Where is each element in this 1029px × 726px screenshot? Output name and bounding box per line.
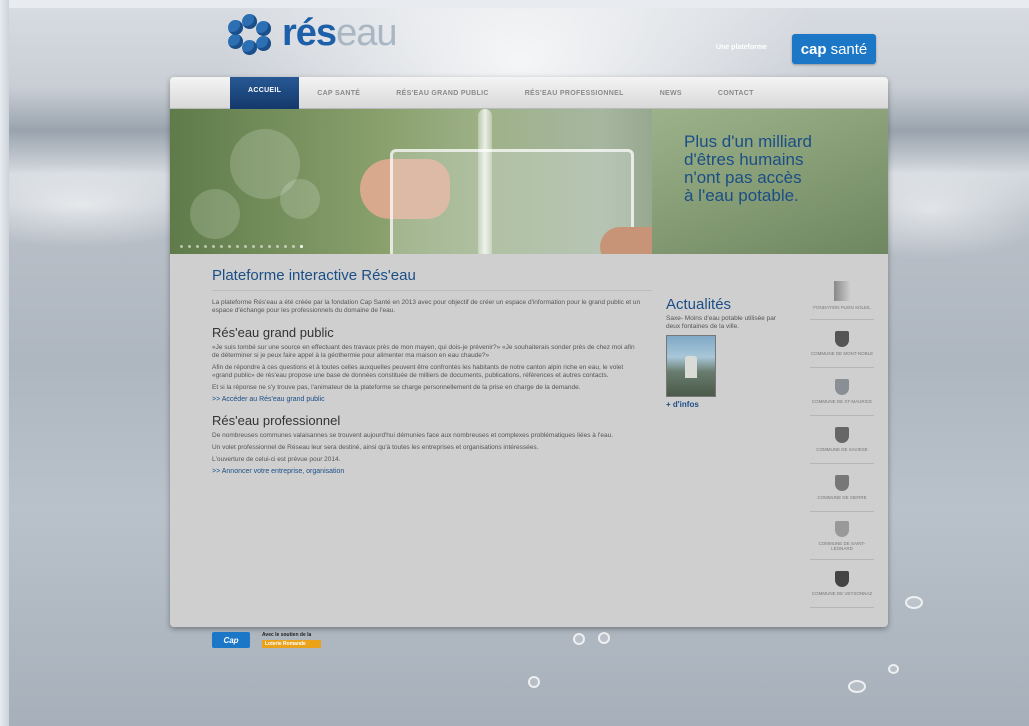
slider-dot[interactable] <box>284 245 287 248</box>
slider-dots <box>180 245 303 248</box>
slider-dot[interactable] <box>236 245 239 248</box>
slider-dot[interactable] <box>252 245 255 248</box>
link-annoncer-entreprise[interactable]: >> Annoncer votre entreprise, organisati… <box>212 468 642 475</box>
loterie-romande-badge: Loterie Romande <box>262 640 321 648</box>
water-stream-image <box>478 109 492 254</box>
paragraph: L'ouverture de celui-ci est prévue pour … <box>212 456 341 463</box>
news-heading: Actualités <box>666 296 732 313</box>
crest-icon <box>835 427 849 443</box>
hero-text-panel: Plus d'un milliard d'êtres humains n'ont… <box>652 109 888 254</box>
logo-text: réseau <box>282 12 397 54</box>
paragraph: Et si la réponse ne s'y trouve pas, l'an… <box>212 384 581 391</box>
paragraph: Afin de répondre à ces questions et à to… <box>212 364 624 379</box>
commune-logo[interactable]: COMMUNE DE SAINT-LÉONARD <box>810 512 874 560</box>
crest-icon <box>835 331 849 347</box>
paragraph: De nombreuses communes valaisannes se tr… <box>212 432 614 439</box>
commune-logo[interactable]: COMMUNE DE MONT-NOBLE <box>810 320 874 368</box>
window-left-border <box>0 0 9 726</box>
site-logo[interactable]: réseau <box>228 12 397 55</box>
news-thumbnail[interactable] <box>666 335 716 397</box>
section-heading-public: Rés'eau grand public <box>212 325 334 340</box>
main-nav: ACCUEIL CAP SANTÉ RÉS'EAU GRAND PUBLIC R… <box>170 77 888 109</box>
commune-logo[interactable]: COMMUNE DE SIERRE <box>810 464 874 512</box>
news-panel: Actualités Saxe- Moins d'eau potable uti… <box>666 296 788 409</box>
slider-dot[interactable] <box>220 245 223 248</box>
flower-logo-icon <box>228 13 272 55</box>
slider-dot[interactable] <box>244 245 247 248</box>
paragraph: Un volet professionnel de Réseau leur se… <box>212 444 539 451</box>
slider-dot[interactable] <box>204 245 207 248</box>
crest-icon <box>835 379 849 395</box>
intro-text: La plateforme Rés'eau a été créée par la… <box>212 299 641 314</box>
water-bubble <box>528 676 540 688</box>
main-content: Plateforme interactive Rés'eau La platef… <box>212 267 652 478</box>
paragraph: «Je suis tombé sur une source en effectu… <box>212 344 635 359</box>
slider-dot[interactable] <box>212 245 215 248</box>
section-heading-pro: Rés'eau professionnel <box>212 413 341 428</box>
water-bubble <box>848 680 866 693</box>
water-glass-image <box>390 149 634 254</box>
commune-logo[interactable]: COMMUNE DE SAVIESE <box>810 416 874 464</box>
crest-icon <box>835 475 849 491</box>
slider-dot[interactable] <box>228 245 231 248</box>
commune-logo[interactable]: COMMUNE DE ST-MAURICE <box>810 368 874 416</box>
window-top-border <box>0 0 1029 8</box>
nav-item-cap-sante[interactable]: CAP SANTÉ <box>299 77 378 109</box>
water-bubble <box>573 633 585 645</box>
slider-dot[interactable] <box>180 245 183 248</box>
building-icon <box>834 281 850 301</box>
main-card: ACCUEIL CAP SANTÉ RÉS'EAU GRAND PUBLIC R… <box>170 77 888 627</box>
cap-footer-logo[interactable]: Cap <box>212 632 250 648</box>
nav-item-reseau-professionnel[interactable]: RÉS'EAU PROFESSIONNEL <box>507 77 642 109</box>
commune-logo[interactable]: FONDATION PLEIN SOLEIL <box>810 272 874 320</box>
hero-banner: Plus d'un milliard d'êtres humains n'ont… <box>170 109 888 254</box>
slider-dot[interactable] <box>196 245 199 248</box>
link-grand-public[interactable]: >> Accéder au Rés'eau grand public <box>212 396 642 403</box>
communes-sidebar: FONDATION PLEIN SOLEIL COMMUNE DE MONT-N… <box>810 272 874 608</box>
water-bubble <box>598 632 610 644</box>
page-title: Plateforme interactive Rés'eau <box>212 267 652 291</box>
nav-item-news[interactable]: NEWS <box>642 77 700 109</box>
slider-dot-active[interactable] <box>300 245 303 248</box>
news-more-link[interactable]: + d'infos <box>666 400 788 409</box>
slider-dot[interactable] <box>292 245 295 248</box>
tagline: Une plateforme <box>716 44 767 51</box>
water-bubble <box>905 596 923 609</box>
cap-sante-badge[interactable]: cap santé <box>792 34 876 64</box>
slider-dot[interactable] <box>276 245 279 248</box>
hero-text: Plus d'un milliard d'êtres humains n'ont… <box>684 132 812 205</box>
water-bubble <box>888 664 899 674</box>
crest-icon <box>835 571 849 587</box>
slider-dot[interactable] <box>188 245 191 248</box>
crest-icon <box>835 520 849 537</box>
nav-item-reseau-grand-public[interactable]: RÉS'EAU GRAND PUBLIC <box>378 77 506 109</box>
loterie-support[interactable]: Avec le soutien de la Loterie Romande <box>262 632 321 648</box>
slider-dot[interactable] <box>268 245 271 248</box>
slider-dot[interactable] <box>260 245 263 248</box>
news-text: Saxe- Moins d'eau potable utilisée par d… <box>666 315 777 330</box>
commune-logo[interactable]: COMMUNE DE VEYSONNAZ <box>810 560 874 608</box>
nav-item-contact[interactable]: CONTACT <box>700 77 772 109</box>
nav-item-accueil[interactable]: ACCUEIL <box>230 77 300 109</box>
